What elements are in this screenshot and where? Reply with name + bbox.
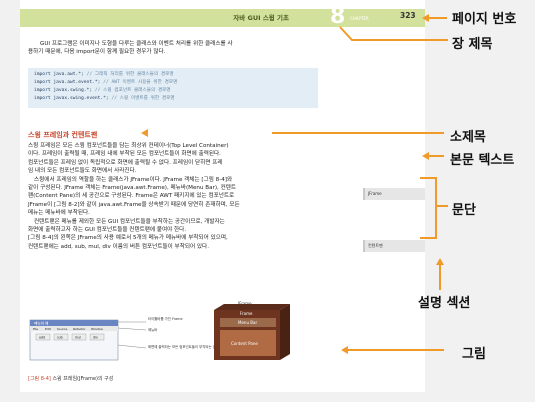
annotation-explanation-section: 설명 섹션 [418,296,471,311]
arrow-up-icon [436,258,444,265]
arrow-left-icon [341,346,348,354]
arrow-left-icon [422,152,429,160]
annotation-body-text: 본문 텍스트 [450,153,515,168]
annotation-subheading: 소제목 [450,130,486,145]
annotation-chapter-title: 장 제목 [452,37,493,52]
annotation-figure: 그림 [462,347,486,362]
arrow-left-icon [141,129,148,137]
annotation-paragraph: 문단 [452,203,476,218]
